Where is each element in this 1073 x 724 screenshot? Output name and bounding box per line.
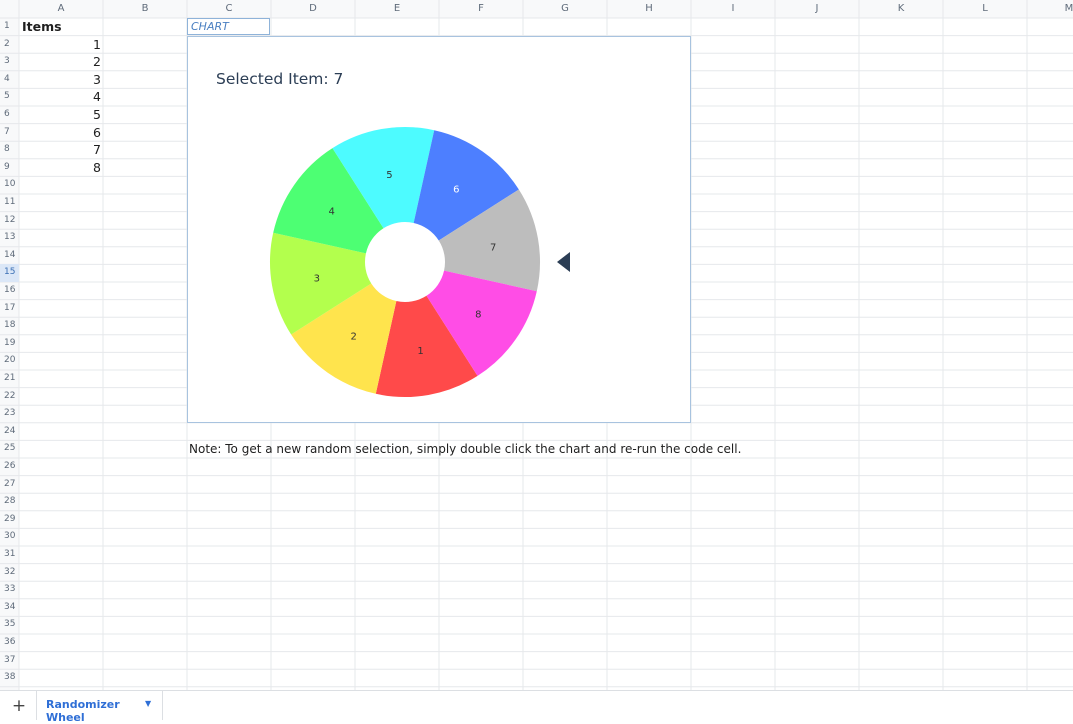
column-header-b[interactable]: B [103, 0, 187, 17]
column-header-i[interactable]: I [691, 0, 775, 17]
row-header-36[interactable]: 36 [0, 634, 19, 652]
triangle-pointer-icon [557, 252, 570, 272]
column-header-a[interactable]: A [19, 0, 103, 17]
item-cell[interactable]: 6 [21, 125, 101, 140]
column-header-e[interactable]: E [355, 0, 439, 17]
row-header-5[interactable]: 5 [0, 88, 19, 106]
wheel-slice-label-4: 4 [328, 207, 334, 218]
wheel-slice-label-3: 3 [314, 274, 320, 285]
row-header-31[interactable]: 31 [0, 546, 19, 564]
row-header-25[interactable]: 25 [0, 440, 19, 458]
item-cell[interactable]: 3 [21, 72, 101, 87]
row-header-3[interactable]: 3 [0, 53, 19, 71]
column-header-h[interactable]: H [607, 0, 691, 17]
row-header-1[interactable]: 1 [0, 18, 19, 36]
row-header-15[interactable]: 15 [0, 264, 19, 282]
wheel-slice-label-8: 8 [475, 309, 481, 320]
column-header-d[interactable]: D [271, 0, 355, 17]
row-header-6[interactable]: 6 [0, 106, 19, 124]
row-header-35[interactable]: 35 [0, 616, 19, 634]
column-header-c[interactable]: C [187, 0, 271, 17]
wheel-slice-label-5: 5 [386, 170, 392, 181]
row-header-23[interactable]: 23 [0, 405, 19, 423]
column-header-k[interactable]: K [859, 0, 943, 17]
row-header-34[interactable]: 34 [0, 599, 19, 617]
row-header-26[interactable]: 26 [0, 458, 19, 476]
column-header-j[interactable]: J [775, 0, 859, 17]
row-header-33[interactable]: 33 [0, 581, 19, 599]
row-header-2[interactable]: 2 [0, 36, 19, 54]
row-header-19[interactable]: 19 [0, 335, 19, 353]
chart-name-label: CHART [191, 20, 229, 33]
item-cell[interactable]: 4 [21, 89, 101, 104]
row-header-4[interactable]: 4 [0, 71, 19, 89]
row-header-22[interactable]: 22 [0, 388, 19, 406]
row-header-24[interactable]: 24 [0, 423, 19, 441]
column-header-f[interactable]: F [439, 0, 523, 17]
item-cell[interactable]: 8 [21, 160, 101, 175]
chart-name-cell[interactable]: CHART [187, 18, 270, 35]
wheel-slice-label-1: 1 [417, 346, 423, 357]
row-header-8[interactable]: 8 [0, 141, 19, 159]
row-header-10[interactable]: 10 [0, 176, 19, 194]
row-header-37[interactable]: 37 [0, 652, 19, 670]
items-header-cell[interactable]: Items [22, 19, 62, 34]
row-header-29[interactable]: 29 [0, 511, 19, 529]
plus-icon[interactable]: + [8, 695, 30, 717]
row-header-32[interactable]: 32 [0, 564, 19, 582]
column-header-g[interactable]: G [523, 0, 607, 17]
row-header-18[interactable]: 18 [0, 317, 19, 335]
row-header-7[interactable]: 7 [0, 124, 19, 142]
item-cell[interactable]: 1 [21, 37, 101, 52]
caret-down-icon[interactable]: ▼ [145, 699, 151, 708]
randomizer-wheel: 1 2 3 4 5 6 7 8 [270, 127, 570, 398]
row-header-20[interactable]: 20 [0, 352, 19, 370]
note-text[interactable]: Note: To get a new random selection, sim… [189, 442, 741, 456]
item-cell[interactable]: 5 [21, 107, 101, 122]
row-header-28[interactable]: 28 [0, 493, 19, 511]
row-header-38[interactable]: 38 [0, 669, 19, 687]
row-header-12[interactable]: 12 [0, 212, 19, 230]
wheel-slice-label-7: 7 [490, 242, 496, 253]
row-header-21[interactable]: 21 [0, 370, 19, 388]
column-header-l[interactable]: L [943, 0, 1027, 17]
row-header-27[interactable]: 27 [0, 476, 19, 494]
row-header-11[interactable]: 11 [0, 194, 19, 212]
row-header-30[interactable]: 30 [0, 528, 19, 546]
wheel-slice-label-6: 6 [453, 185, 459, 196]
sheet-tab-bar: + Randomizer Wheel ▼ [0, 690, 1073, 724]
row-header-9[interactable]: 9 [0, 159, 19, 177]
item-cell[interactable]: 2 [21, 54, 101, 69]
item-cell[interactable]: 7 [21, 142, 101, 157]
row-header-17[interactable]: 17 [0, 300, 19, 318]
row-header-16[interactable]: 16 [0, 282, 19, 300]
sheet-tab-randomizer-wheel[interactable]: Randomizer Wheel ▼ [36, 691, 163, 724]
column-header-m[interactable]: M [1027, 0, 1073, 17]
chart-container[interactable]: Selected Item: 7 12345678 [187, 36, 691, 423]
wheel-slice-label-2: 2 [350, 331, 356, 342]
row-header-14[interactable]: 14 [0, 247, 19, 265]
row-header-13[interactable]: 13 [0, 229, 19, 247]
